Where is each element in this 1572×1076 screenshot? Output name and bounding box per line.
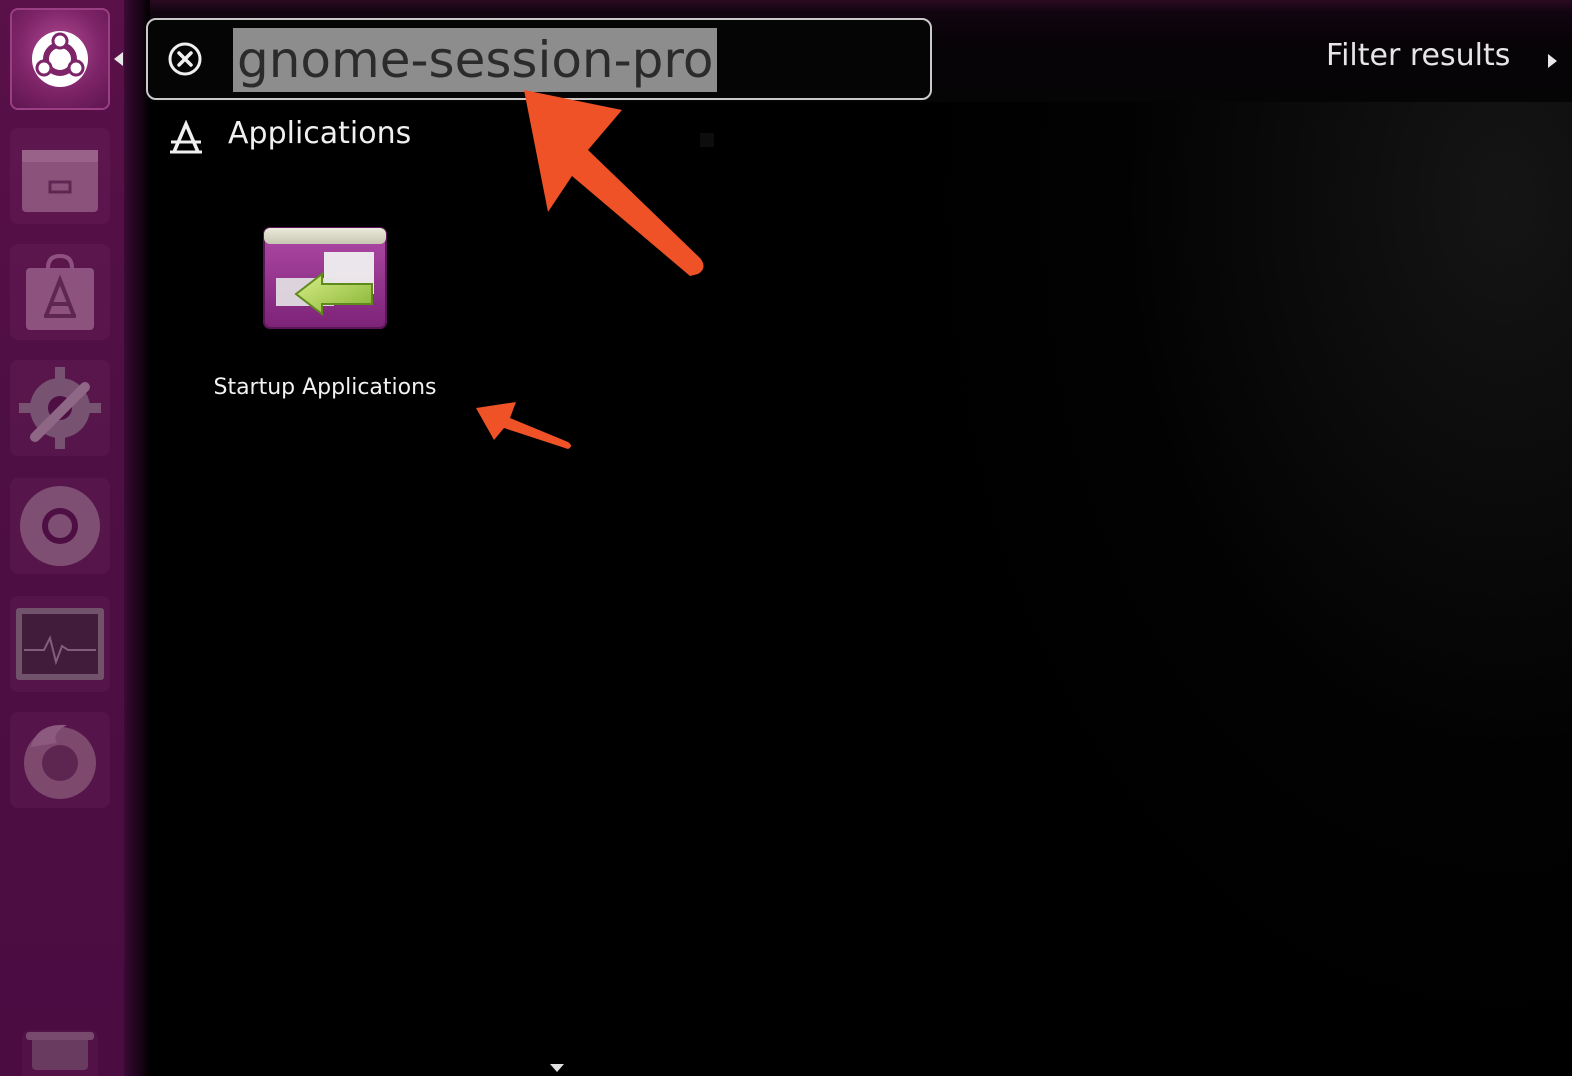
- search-box[interactable]: gnome-session-pro: [146, 18, 932, 100]
- category-title-applications: Applications: [228, 116, 412, 151]
- launcher: [0, 0, 124, 1076]
- launcher-firefox[interactable]: [10, 712, 110, 808]
- system-monitor-icon: [16, 608, 104, 680]
- firefox-icon: [24, 724, 96, 799]
- filter-results-button[interactable]: Filter results: [1326, 38, 1510, 73]
- launcher-files[interactable]: [10, 128, 110, 224]
- annotation-arrow-large: [524, 90, 704, 276]
- annotation-arrow-small: [476, 402, 571, 449]
- expand-arrow-icon[interactable]: [1548, 54, 1557, 68]
- scroll-indicator-icon[interactable]: [550, 1064, 564, 1072]
- unity-dash-screen: gnome-session-pro Filter results Applica…: [0, 0, 1572, 1076]
- background-glow: [900, 102, 1572, 1076]
- launcher-shadow: [124, 0, 150, 1076]
- launcher-trash[interactable]: [22, 1030, 98, 1076]
- launcher-dash-home[interactable]: [10, 8, 110, 110]
- chrome-icon: [20, 486, 100, 566]
- settings-icon: [19, 367, 101, 449]
- launcher-software-center[interactable]: [10, 244, 110, 340]
- active-indicator-arrow: [114, 52, 123, 66]
- files-icon: [22, 150, 98, 212]
- ubuntu-logo-icon: [32, 31, 88, 87]
- clear-search-icon[interactable]: [168, 42, 202, 76]
- startup-applications-icon: [263, 227, 387, 329]
- trash-icon: [26, 1032, 94, 1070]
- result-startup-applications[interactable]: Startup Applications: [200, 222, 450, 412]
- result-label: Startup Applications: [213, 375, 437, 400]
- search-input[interactable]: gnome-session-pro: [233, 28, 718, 92]
- launcher-system-monitor[interactable]: [10, 596, 110, 692]
- applications-category-icon: [170, 120, 202, 154]
- artifact-speck: [700, 133, 714, 147]
- launcher-system-settings[interactable]: [10, 360, 110, 456]
- launcher-chrome[interactable]: [10, 478, 110, 574]
- software-center-icon: [26, 253, 94, 330]
